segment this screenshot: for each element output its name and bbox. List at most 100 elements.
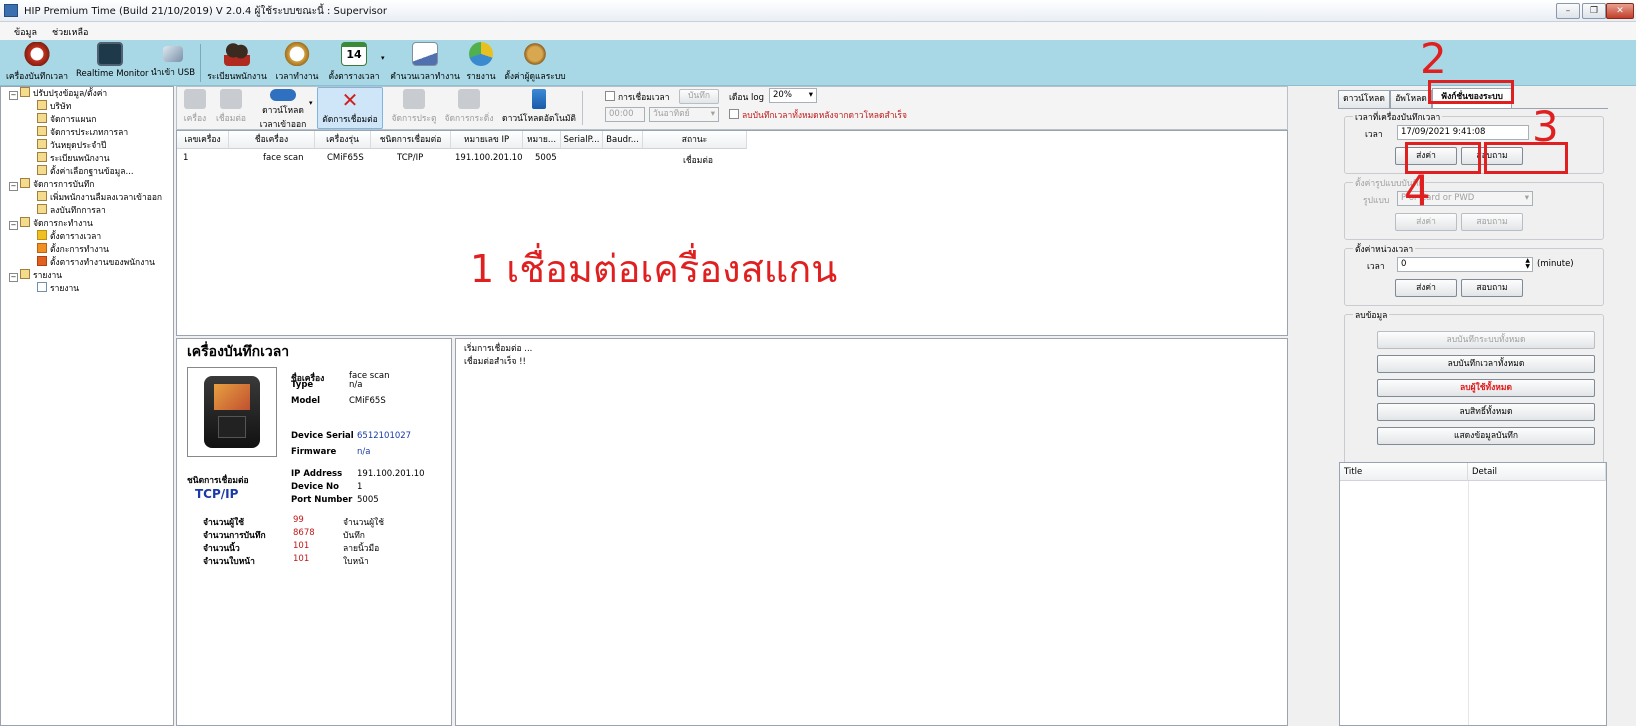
dropdown-arrow-icon: ▾ bbox=[710, 109, 715, 119]
column-header[interactable]: ชื่อเครื่อง bbox=[229, 131, 315, 149]
delay-input[interactable]: 0 ▲ ▼ bbox=[1397, 257, 1533, 272]
tree-item-department[interactable]: จัดการแผนก bbox=[37, 113, 96, 126]
admin-tools-icon bbox=[522, 42, 548, 66]
value: 101 bbox=[293, 554, 310, 564]
delete-all-permissions-button[interactable]: ลบสิทธิ์ทั้งหมด bbox=[1377, 403, 1595, 421]
delete-system-records-button[interactable]: ลบบันทึกระบบทั้งหมด bbox=[1377, 331, 1595, 349]
time-connection-checkbox[interactable]: การเชื่อมเวลา bbox=[605, 90, 670, 104]
tree-item-employee-schedule[interactable]: ตั้งตารางทำงานของพนักงาน bbox=[37, 256, 155, 269]
add-device-button[interactable]: เครื่อง bbox=[183, 89, 207, 127]
column-header[interactable]: หมายเลข IP bbox=[451, 131, 523, 149]
record-format-group: ตั้งค่ารูปแบบบันทึก รูปแบบ P or Card or … bbox=[1344, 176, 1604, 240]
show-records-button[interactable]: แสดงข้อมูลบันทึก bbox=[1377, 427, 1595, 445]
tree-item-settings[interactable]: − ปรับปรุงข้อมูล/ตั้งค่า bbox=[9, 87, 107, 100]
connect-button[interactable]: เชื่อมต่อ bbox=[213, 89, 249, 127]
column-header[interactable]: ชนิดการเชื่อมต่อ bbox=[371, 131, 451, 149]
toolbar-work-time[interactable]: เวลาทำงาน bbox=[272, 42, 322, 84]
column-header[interactable]: หมาย... bbox=[523, 131, 561, 149]
connection-type: TCP/IP bbox=[195, 487, 239, 501]
tree-item-report[interactable]: รายงาน bbox=[37, 282, 79, 295]
tree-item-shift-setup[interactable]: ตั้งกะการทำงาน bbox=[37, 243, 109, 256]
toolbar-calculate[interactable]: คำนวนเวลาทำงาน bbox=[390, 42, 460, 84]
report-icon bbox=[37, 282, 47, 292]
value: 101 bbox=[293, 541, 310, 551]
maximize-button[interactable]: ❐ bbox=[1582, 3, 1606, 19]
delete-data-group: ลบข้อมูล ลบบันทึกระบบทั้งหมด ลบบันทึกเวล… bbox=[1344, 308, 1604, 478]
minimize-button[interactable]: – bbox=[1556, 3, 1580, 19]
toolbar-time-recorder[interactable]: เครื่องบันทึกเวลา bbox=[4, 42, 70, 84]
tree-item-holidays[interactable]: วันหยุดประจำปี bbox=[37, 139, 106, 152]
save-button[interactable]: บันทึก bbox=[679, 89, 719, 104]
tree-item-shifts[interactable]: − จัดการกะทำงาน bbox=[9, 217, 93, 230]
delete-time-records-button[interactable]: ลบบันทึกเวลาทั้งหมด bbox=[1377, 355, 1595, 373]
tree-item-employees[interactable]: ระเบียนพนักงาน bbox=[37, 152, 110, 165]
disconnect-button[interactable]: ✕ ตัดการเชื่อมต่อ bbox=[317, 87, 383, 129]
label: จำนวนผู้ใช้ bbox=[203, 518, 245, 528]
value: CMiF65S bbox=[349, 396, 386, 406]
collapse-icon[interactable]: − bbox=[9, 273, 18, 282]
toolbar-schedule[interactable]: 14 ตั้งตารางเวลา bbox=[326, 42, 382, 84]
grid-cell[interactable]: 191.100.201.10 bbox=[455, 153, 523, 163]
toolbar-employee-records[interactable]: ระเบียนพนักงาน bbox=[206, 42, 268, 84]
download-attendance-button[interactable]: ดาวน์โหลด เวลาเข้าออก bbox=[255, 89, 311, 130]
column-header[interactable]: SerialP... bbox=[561, 131, 603, 149]
device-time-input[interactable]: 17/09/2021 9:41:08 bbox=[1397, 125, 1529, 140]
calendar-icon: 14 bbox=[341, 42, 367, 66]
tree-item-reports[interactable]: − รายงาน bbox=[9, 269, 62, 282]
column-header[interactable]: Baudr... bbox=[603, 131, 643, 149]
label: Device No bbox=[291, 482, 339, 492]
department-icon bbox=[37, 113, 47, 123]
tree-item-database[interactable]: ตั้งค่าเลือกฐานข้อมูล... bbox=[37, 165, 134, 178]
send-format-button[interactable]: ส่งค่า bbox=[1395, 213, 1457, 231]
time-input[interactable]: 00:00 bbox=[605, 107, 645, 122]
auto-download-button[interactable]: ดาวน์โหลดอัตโนมัติ bbox=[501, 89, 577, 127]
query-format-button[interactable]: สอบถาม bbox=[1461, 213, 1523, 231]
grid-cell[interactable]: CMiF65S bbox=[327, 153, 364, 163]
usb-icon bbox=[163, 46, 183, 62]
column-header[interactable]: Title bbox=[1340, 463, 1468, 481]
tab-upload[interactable]: อัพโหลด bbox=[1390, 90, 1432, 108]
manage-door-button[interactable]: จัดการประตู bbox=[391, 89, 437, 127]
unit: ใบหน้า bbox=[343, 557, 369, 567]
tab-download[interactable]: ดาวน์โหลด bbox=[1338, 90, 1390, 108]
group-title: เวลาที่เครื่องบันทึกเวลา bbox=[1353, 110, 1443, 124]
query-delay-button[interactable]: สอบถาม bbox=[1461, 279, 1523, 297]
collapse-icon[interactable]: − bbox=[9, 182, 18, 191]
tree-item-leave-record[interactable]: ลงบันทึกการลา bbox=[37, 204, 106, 217]
grid-cell[interactable]: 5005 bbox=[535, 153, 557, 163]
leave-record-icon bbox=[37, 204, 47, 214]
tree-item-leave-types[interactable]: จัดการประเภทการลา bbox=[37, 126, 128, 139]
grid-cell[interactable]: 1 bbox=[183, 153, 188, 163]
send-delay-button[interactable]: ส่งค่า bbox=[1395, 279, 1457, 297]
annotation-step-3: 3 bbox=[1532, 102, 1559, 151]
toolbar-import-usb[interactable]: นำเข้า USB bbox=[150, 42, 196, 84]
month-log-select[interactable]: 20% ▾ bbox=[769, 88, 817, 103]
collapse-icon[interactable]: − bbox=[9, 221, 18, 230]
grid-cell[interactable]: เชื่อมต่อ bbox=[683, 153, 713, 167]
column-header[interactable]: Detail bbox=[1468, 463, 1606, 481]
manage-bell-button[interactable]: จัดการกระดิ่ง bbox=[443, 89, 495, 127]
column-header[interactable]: เครื่องรุ่น bbox=[315, 131, 371, 149]
menu-data[interactable]: ข้อมูล bbox=[14, 25, 37, 39]
toolbar-report[interactable]: รายงาน bbox=[464, 42, 498, 84]
schedule-dropdown-arrow-icon[interactable]: ▾ bbox=[381, 54, 385, 62]
tree-item-company[interactable]: บริษัท bbox=[37, 100, 71, 113]
tree-item-add-forgotten[interactable]: เพิ่มพนักงานลืมลงเวลาเข้าออก bbox=[37, 191, 162, 204]
toolbar-admin-settings[interactable]: ตั้งค่าผู้ดูแลระบบ bbox=[502, 42, 568, 84]
tree-item-records[interactable]: − จัดการการบันทึก bbox=[9, 178, 94, 191]
grid-cell[interactable]: TCP/IP bbox=[397, 153, 423, 163]
download-dropdown-arrow-icon[interactable]: ▾ bbox=[309, 99, 313, 107]
delete-after-download-checkbox[interactable]: ลบบันทึกเวลาทั้งหมดหลังจากดาวโหลดสำเร็จ bbox=[729, 108, 907, 122]
toolbar-realtime-monitor[interactable]: Realtime Monitor bbox=[76, 42, 149, 84]
column-header[interactable]: เลขเครื่อง bbox=[177, 131, 229, 149]
grid-cell[interactable]: face scan bbox=[263, 153, 304, 163]
tree-item-timetable[interactable]: ตั้งตารางเวลา bbox=[37, 230, 101, 243]
day-select[interactable]: วันอาทิตย์ ▾ bbox=[649, 107, 719, 122]
collapse-icon[interactable]: − bbox=[9, 91, 18, 100]
delete-all-users-button[interactable]: ลบผู้ใช้ทั้งหมด bbox=[1377, 379, 1595, 397]
device-grid: เลขเครื่อง ชื่อเครื่อง เครื่องรุ่น ชนิดก… bbox=[176, 130, 1288, 336]
close-button[interactable]: ✕ bbox=[1606, 3, 1634, 19]
menu-help[interactable]: ช่วยเหลือ bbox=[52, 25, 88, 39]
column-header[interactable]: สถานะ bbox=[643, 131, 747, 149]
device-image bbox=[187, 367, 277, 457]
